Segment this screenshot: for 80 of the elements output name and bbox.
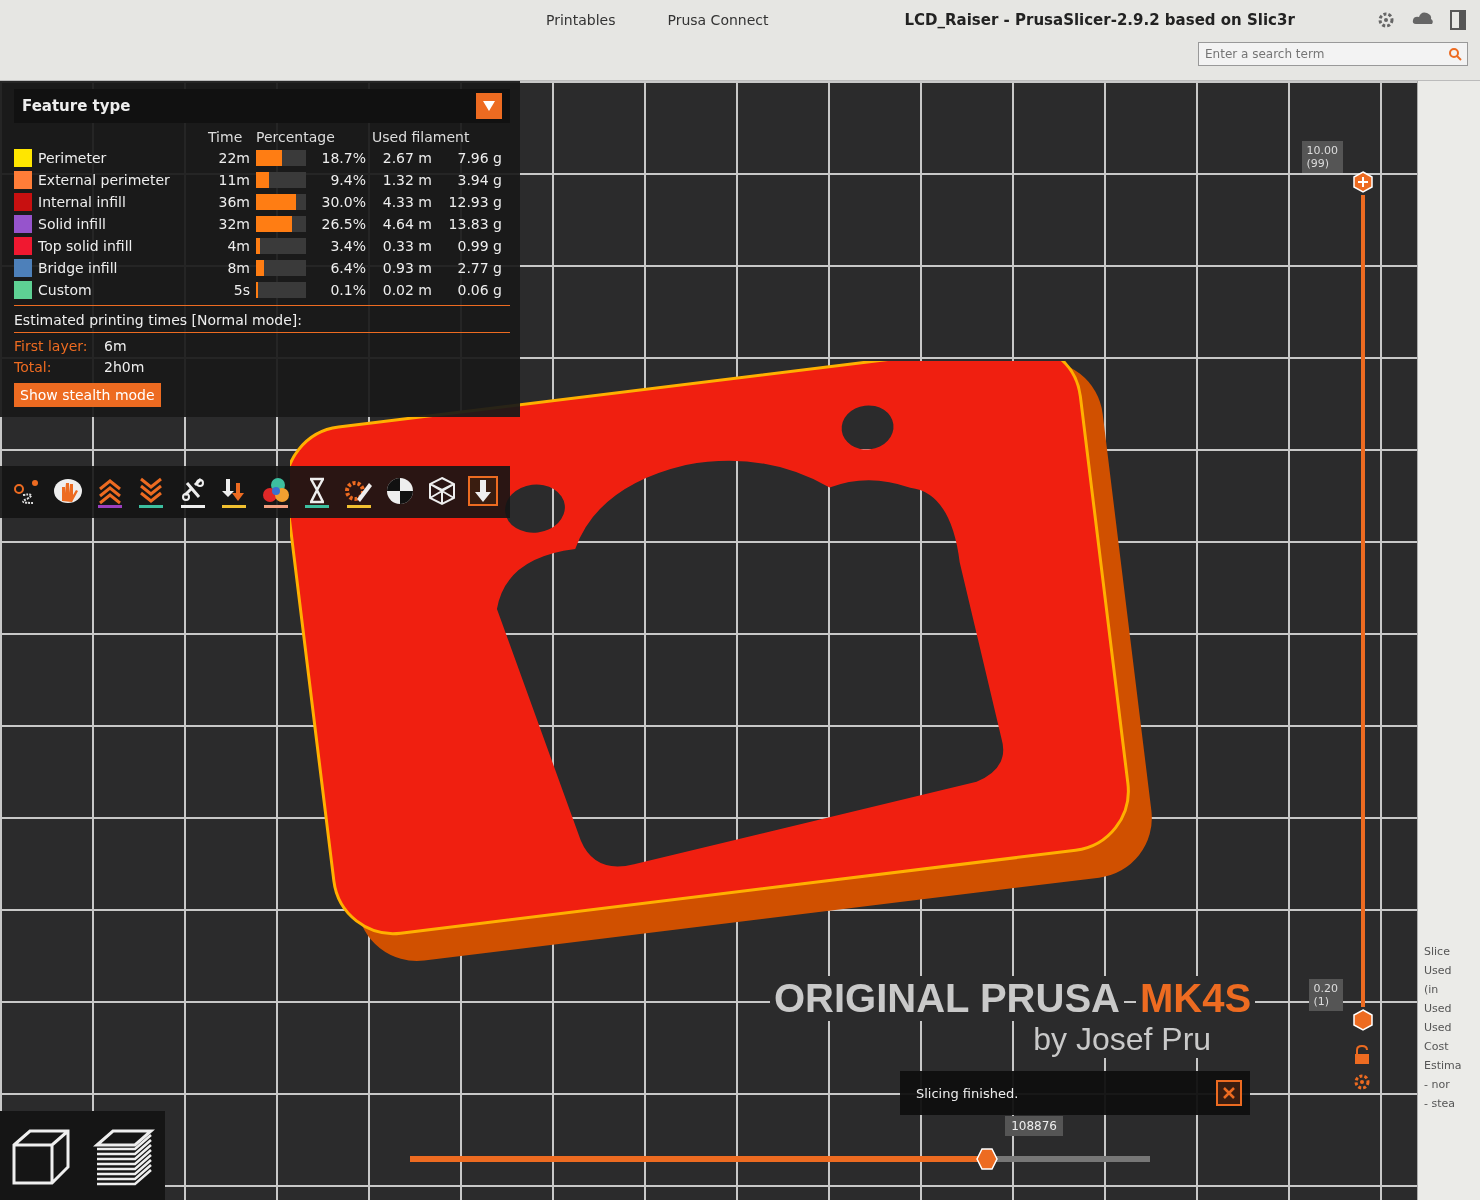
time-value: 32m [217, 216, 251, 232]
sidebar-label: Estima [1424, 1059, 1463, 1072]
feature-name: Top solid infill [38, 238, 134, 254]
height-value: 10.00 [1306, 144, 1338, 157]
time-value: 5s [232, 282, 251, 298]
search-icon [1448, 47, 1462, 61]
dropdown-button[interactable] [476, 93, 502, 119]
padlock-icon[interactable] [1353, 1045, 1371, 1065]
feature-name: Bridge infill [38, 260, 119, 276]
estimate-heading: Estimated printing times [Normal mode]: [14, 312, 510, 333]
weight-value: 7.96 g [456, 150, 503, 166]
sidebar-label: (in [1424, 983, 1440, 996]
weight-value: 0.06 g [456, 282, 503, 298]
time-value: 6m [104, 338, 128, 354]
sidebar-label: Used [1424, 1002, 1453, 1015]
tab[interactable]: Printables [540, 8, 622, 32]
notification-text: Slicing finished. [916, 1085, 1019, 1101]
length-value: 0.33 m [381, 238, 433, 254]
slider-handle[interactable] [976, 1148, 999, 1170]
length-value: 2.67 m [381, 150, 433, 166]
gear-icon[interactable] [1376, 10, 1396, 30]
cloud-icon[interactable] [1412, 10, 1434, 26]
weight-value: 13.83 g [447, 216, 503, 232]
time-value: 36m [217, 194, 251, 210]
column-header: Time [208, 129, 244, 145]
weight-value: 12.93 g [447, 194, 503, 210]
sidebar-label: Slice [1424, 945, 1451, 958]
legend-title: Feature type [22, 97, 131, 115]
tab[interactable]: Prusa Connect [661, 8, 775, 32]
layer-index: (99) [1306, 157, 1331, 170]
layer-index: (1) [1313, 995, 1331, 1008]
sidebar-label: Used [1424, 964, 1453, 977]
percentage-value: 18.7% [320, 150, 367, 166]
sidebar-label: - stea [1424, 1097, 1457, 1110]
height-value: 0.20 [1313, 982, 1338, 995]
feature-name: Internal infill [38, 194, 127, 210]
percentage-value: 26.5% [320, 216, 367, 232]
sidebar-label: Used [1424, 1021, 1453, 1034]
length-value: 0.93 m [381, 260, 433, 276]
move-slider-track[interactable] [410, 1156, 1150, 1162]
column-header: Used filament [372, 129, 471, 145]
bed-model-text: MK4S [1135, 976, 1256, 1021]
move-index-label: 108876 [1005, 1116, 1063, 1136]
caret-down-icon [482, 100, 496, 112]
sidebar-label: Cost [1424, 1040, 1450, 1053]
slider-handle[interactable] [1353, 171, 1373, 193]
window-title: LCD_Raiser - PrusaSlicer-2.9.2 based on Slic3r [904, 11, 1296, 29]
length-value: 0.02 m [381, 282, 433, 298]
gear-icon[interactable] [1353, 1073, 1371, 1091]
percentage-value: 9.4% [329, 172, 367, 188]
bed-logo-text: ORIGINAL PRUSA [770, 976, 1124, 1021]
time-value: 8m [226, 260, 251, 276]
weight-value: 0.99 g [456, 238, 503, 254]
column-header: Percentage [256, 129, 336, 145]
percentage-value: 0.1% [329, 282, 367, 298]
feature-name: Custom [38, 282, 93, 298]
weight-value: 3.94 g [456, 172, 503, 188]
time-value: 11m [217, 172, 251, 188]
length-value: 4.64 m [381, 216, 433, 232]
close-button[interactable] [1216, 1080, 1242, 1106]
weight-value: 2.77 g [456, 260, 503, 276]
percentage-value: 6.4% [329, 260, 367, 276]
time-label: Total: [14, 359, 53, 375]
length-value: 4.33 m [381, 194, 433, 210]
search-field[interactable]: Enter a search term [1198, 42, 1468, 66]
feature-name: Perimeter [38, 150, 108, 166]
time-value: 22m [217, 150, 251, 166]
close-icon [1222, 1086, 1236, 1100]
percentage-value: 3.4% [329, 238, 367, 254]
time-label: First layer: [14, 338, 89, 354]
length-value: 1.32 m [381, 172, 433, 188]
percentage-value: 30.0% [320, 194, 367, 210]
slider-handle[interactable] [1353, 1009, 1373, 1031]
layer-slider-track[interactable] [1361, 195, 1365, 1007]
sidebar-label: - nor [1424, 1078, 1451, 1091]
time-value: 4m [226, 238, 251, 254]
feature-name: Solid infill [38, 216, 107, 232]
panel-icon[interactable] [1450, 10, 1466, 30]
time-value: 2h0m [104, 359, 146, 375]
feature-name: External perimeter [38, 172, 171, 188]
